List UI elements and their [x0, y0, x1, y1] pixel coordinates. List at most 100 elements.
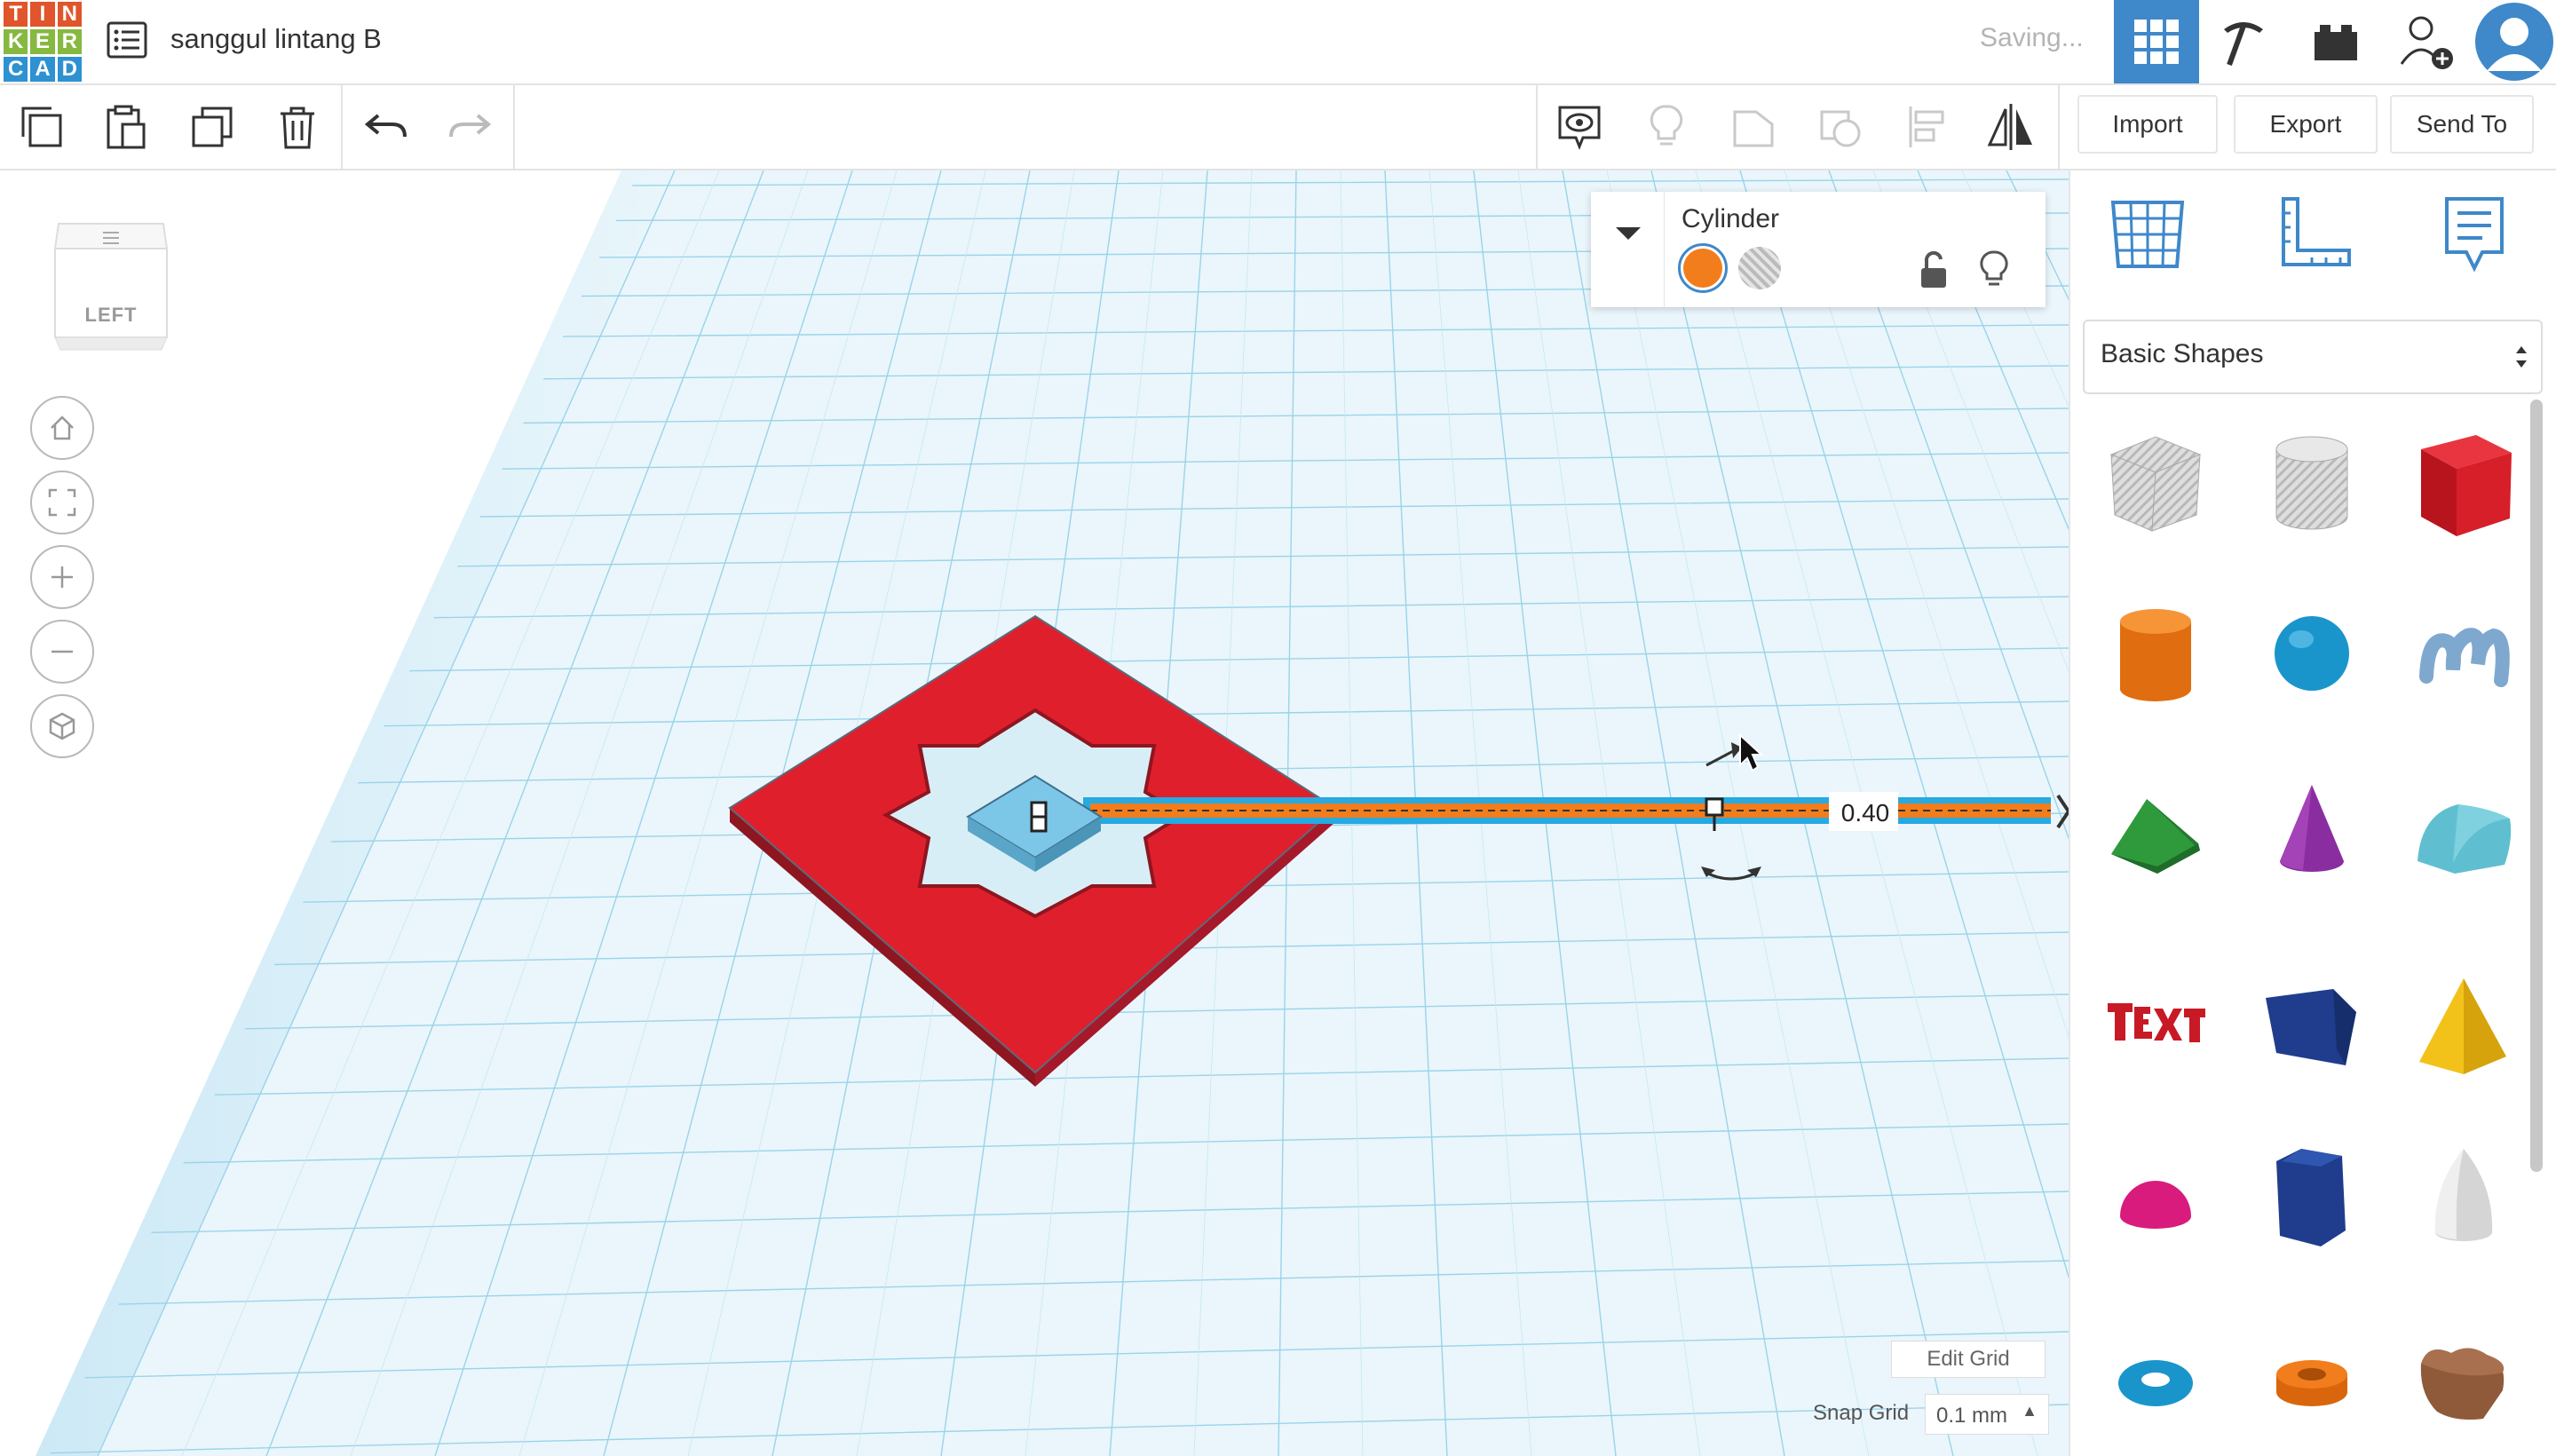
shape-torus[interactable] [2093, 1319, 2218, 1444]
workplane-canvas[interactable] [0, 170, 2069, 1456]
snap-grid-select[interactable]: 0.1 mm ▲ [1925, 1394, 2049, 1435]
shape-half-sphere[interactable] [2093, 1142, 2218, 1266]
ruler-tool-button[interactable] [2266, 185, 2363, 282]
text-3d-icon [2108, 1003, 2205, 1042]
pyramid-icon [2419, 978, 2506, 1074]
shape-heart[interactable] [2402, 1319, 2526, 1444]
toolbar-divider [1536, 85, 1538, 169]
cube-icon [49, 712, 75, 740]
torus-icon [2118, 1360, 2193, 1406]
shape-polygon[interactable] [2250, 1133, 2374, 1257]
add-user-icon [2400, 16, 2453, 69]
shape-sphere[interactable] [2250, 591, 2374, 716]
user-avatar[interactable] [2472, 0, 2556, 83]
box-icon [2421, 435, 2512, 536]
mirror-button[interactable] [1982, 98, 2040, 156]
perspective-toggle-button[interactable] [30, 694, 94, 758]
workplane[interactable]: 0.40 Edit Grid Snap Grid 0.1 mm ▲ [0, 170, 2069, 1456]
lego-bricks-view-button[interactable] [2293, 0, 2378, 83]
save-status: Saving... [1980, 23, 2084, 52]
design-list-button[interactable] [105, 18, 149, 62]
hole-button[interactable] [1738, 247, 1781, 289]
ungroup-button[interactable] [1811, 98, 1870, 156]
shape-wedge[interactable] [2250, 964, 2374, 1088]
logo-letter: K [4, 29, 28, 54]
caret-down-icon [1616, 227, 1641, 240]
solid-color-button[interactable] [1678, 243, 1728, 293]
shapes-panel-scrollbar[interactable] [2530, 400, 2543, 1172]
export-button[interactable]: Export [2234, 95, 2378, 154]
paste-button[interactable] [96, 98, 154, 156]
duplicate-button[interactable] [183, 98, 241, 156]
scribble-icon [2419, 628, 2510, 687]
shape-paraboloid[interactable] [2402, 1133, 2526, 1257]
edit-grid-button[interactable]: Edit Grid [1891, 1341, 2046, 1378]
import-button[interactable]: Import [2077, 95, 2218, 154]
view-cube[interactable]: LEFT [51, 213, 170, 355]
logo-letter: A [30, 57, 55, 82]
group-button[interactable] [1724, 98, 1783, 156]
half-sphere-icon [2120, 1181, 2191, 1229]
lightbulb-icon[interactable] [1976, 249, 2012, 289]
shape-pyramid[interactable] [2402, 964, 2526, 1088]
align-button[interactable] [1898, 98, 1957, 156]
logo-letter: T [4, 2, 28, 27]
notes-tool-button[interactable] [2425, 185, 2523, 282]
grid-icon [2134, 20, 2179, 64]
toolbar-divider [513, 85, 515, 169]
fit-icon [48, 488, 76, 517]
dimension-value[interactable]: 0.40 [1834, 799, 1896, 827]
logo-letter: N [57, 2, 82, 27]
minecraft-view-button[interactable] [2201, 0, 2286, 83]
shape-cone[interactable] [2250, 769, 2374, 893]
toolbar-divider [2058, 85, 2060, 169]
unlock-icon[interactable] [1916, 250, 1951, 289]
invite-user-button[interactable] [2383, 0, 2468, 83]
send-to-button[interactable]: Send To [2390, 95, 2534, 154]
cylinder-hole-icon [2275, 436, 2348, 530]
shape-round-roof[interactable] [2402, 769, 2526, 893]
project-title[interactable]: sanggul lintang B [170, 23, 382, 55]
shape-category-value: Basic Shapes [2101, 339, 2264, 368]
select-arrows-icon [2516, 346, 2527, 368]
tinkercad-logo[interactable]: T I N K E R C A D [4, 2, 82, 82]
redo-button[interactable] [440, 98, 499, 156]
cone-icon [2280, 785, 2344, 872]
workplane-tool-button[interactable] [2099, 185, 2196, 282]
plus-icon [51, 566, 73, 588]
copy-button[interactable] [12, 98, 71, 156]
cylinder-shape[interactable] [1090, 803, 2051, 818]
view-cube-face-label: LEFT [84, 304, 138, 326]
note-icon [2445, 197, 2504, 273]
paraboloid-icon [2434, 1149, 2493, 1241]
delete-button[interactable] [268, 98, 327, 156]
home-view-button[interactable] [30, 396, 94, 460]
undo-button[interactable] [357, 98, 415, 156]
shape-box-hole[interactable] [2093, 423, 2218, 547]
notes-visibility-button[interactable] [1550, 98, 1609, 156]
sphere-icon [2275, 616, 2349, 691]
shape-cylinder-hole[interactable] [2250, 423, 2374, 547]
home-icon [51, 415, 74, 440]
shape-box[interactable] [2402, 423, 2526, 547]
redo-icon [449, 114, 492, 138]
resize-handle[interactable] [1705, 797, 1724, 817]
undo-icon [364, 114, 407, 138]
shape-roof[interactable] [2093, 769, 2218, 893]
workplane-grid-icon [2110, 201, 2185, 268]
view-cube-graphic [53, 223, 169, 351]
3d-design-view-button[interactable] [2114, 0, 2199, 83]
shape-category-select[interactable]: Basic Shapes [2083, 320, 2543, 394]
show-all-button[interactable] [1637, 98, 1696, 156]
copy-icon [21, 107, 62, 147]
zoom-in-button[interactable] [30, 545, 94, 609]
shape-cylinder[interactable] [2093, 591, 2218, 716]
zoom-out-button[interactable] [30, 620, 94, 684]
fit-view-button[interactable] [30, 471, 94, 534]
inspector-collapse-button[interactable] [1591, 192, 1665, 307]
logo-letter: D [57, 57, 82, 82]
shape-tube[interactable] [2250, 1319, 2374, 1444]
shape-text[interactable] [2093, 955, 2218, 1080]
lightbulb-icon [1650, 105, 1683, 146]
shape-scribble[interactable] [2402, 591, 2526, 716]
